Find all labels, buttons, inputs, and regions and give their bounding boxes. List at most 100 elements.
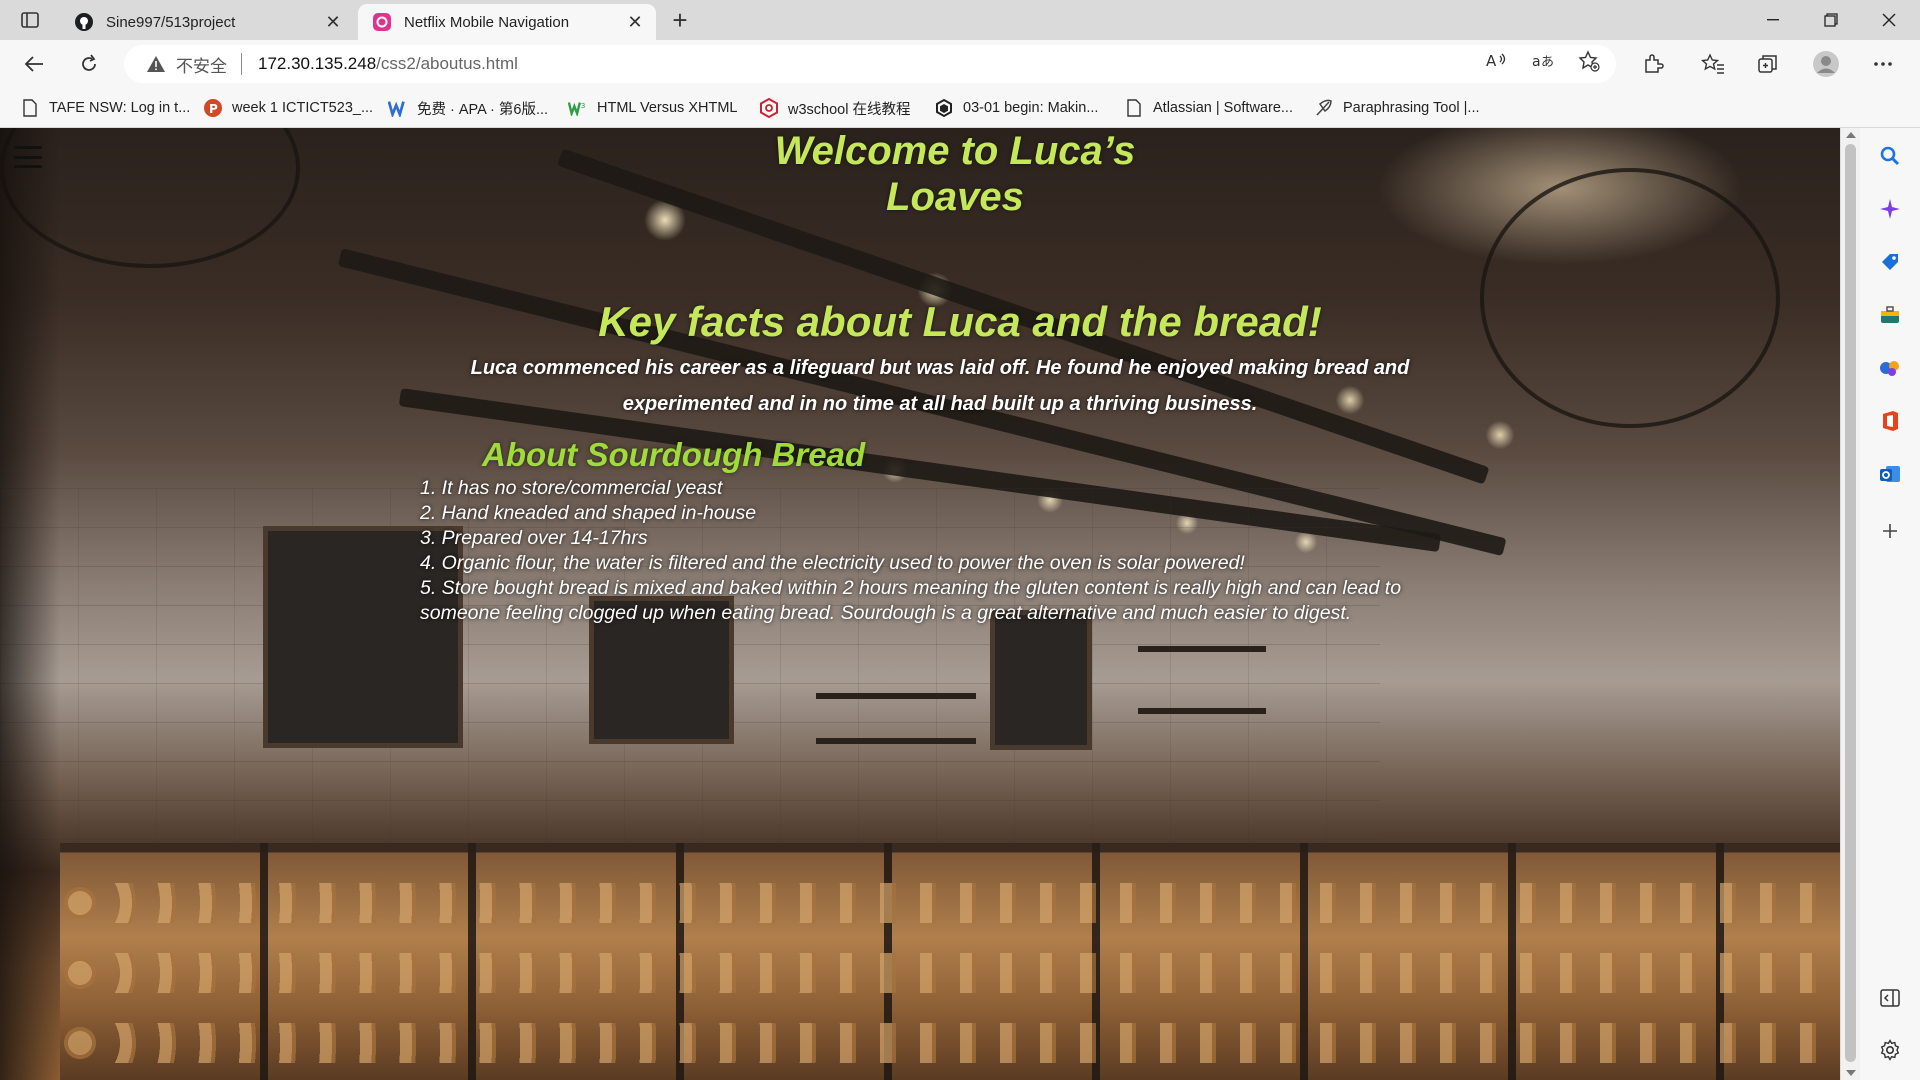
security-label[interactable]: 不安全 — [176, 52, 227, 77]
games-icon[interactable] — [1876, 354, 1904, 382]
favorite-item[interactable]: Atlassian | Software... — [1124, 96, 1293, 120]
page-scrollbar[interactable] — [1840, 128, 1860, 1080]
close-icon[interactable]: ✕ — [322, 11, 344, 33]
back-arrow-icon[interactable] — [17, 48, 51, 80]
key-facts-title: Key facts about Luca and the bread! — [598, 298, 1322, 345]
window-close-icon[interactable] — [1860, 0, 1918, 40]
shelf — [816, 693, 976, 699]
profile-avatar-icon[interactable] — [1811, 49, 1841, 79]
url-host: 172.30.135.248 — [258, 54, 377, 73]
tools-briefcase-icon[interactable] — [1876, 301, 1904, 329]
favorite-item[interactable]: P week 1 ICTICT523_... — [203, 96, 373, 120]
favorite-label: TAFE NSW: Log in t... — [49, 100, 191, 116]
list-item: 5. Store bought bread is mixed and baked… — [420, 577, 1402, 624]
list-item: 4. Organic flour, the water is filtered … — [420, 552, 1245, 574]
favorite-label: 免费 · APA · 第6版... — [417, 101, 549, 118]
favorite-label: 03-01 begin: Makin... — [963, 100, 1099, 116]
settings-gear-icon[interactable] — [1876, 1036, 1904, 1064]
extensions-icon[interactable] — [1638, 49, 1668, 79]
favorite-item[interactable]: w3school 在线教程 — [759, 96, 910, 120]
favorite-item[interactable]: Paraphrasing Tool |... — [1314, 96, 1480, 120]
bread-row — [60, 1023, 1840, 1063]
svg-text:あ: あ — [1541, 55, 1554, 70]
tab-title: Sine997/513project — [106, 13, 236, 31]
address-bar[interactable]: 不安全 172.30.135.248/css2/aboutus.html — [124, 45, 1616, 83]
favorite-label: week 1 ICTICT523_... — [232, 100, 374, 116]
intro-line: experimented and in no time at all had b… — [622, 393, 1258, 415]
favorite-item[interactable]: 免费 · APA · 第6版... — [388, 96, 548, 120]
refresh-icon[interactable] — [72, 48, 106, 80]
github-icon — [74, 12, 94, 32]
svg-text:A: A — [1486, 52, 1497, 70]
browser-toolbar: 不安全 172.30.135.248/css2/aboutus.html A a… — [0, 40, 1920, 88]
sourdough-facts-list: 1. It has no store/commercial yeast 2. H… — [420, 476, 1430, 626]
url-path: /css2/aboutus.html — [376, 54, 518, 73]
favorite-label: Atlassian | Software... — [1153, 100, 1293, 116]
intro-line: Luca commenced his career as a lifeguard… — [470, 357, 1410, 379]
close-icon[interactable]: ✕ — [624, 11, 646, 33]
list-item: 2. Hand kneaded and shaped in-house — [420, 502, 757, 524]
outlook-icon[interactable] — [1876, 460, 1904, 488]
search-icon[interactable] — [1876, 142, 1904, 170]
hide-sidebar-icon[interactable] — [1876, 984, 1904, 1012]
openai-icon — [934, 98, 954, 118]
svg-text:P: P — [209, 102, 218, 116]
copilot-sparkle-icon[interactable] — [1876, 195, 1904, 223]
list-item: 1. It has no store/commercial yeast — [420, 477, 723, 499]
intro-paragraph: Luca commenced his career as a lifeguard… — [440, 350, 1440, 422]
document-icon — [1124, 98, 1144, 118]
powerpoint-icon: P — [203, 98, 223, 118]
w3school-icon — [759, 98, 779, 118]
favorite-label: w3school 在线教程 — [788, 101, 911, 118]
favorites-icon[interactable] — [1698, 49, 1728, 79]
w3-icon: 3 — [568, 98, 588, 118]
chalkboard — [990, 610, 1092, 750]
favorite-item[interactable]: 3 HTML Versus XHTML — [568, 96, 737, 120]
favorite-label: Paraphrasing Tool |... — [1343, 100, 1480, 116]
welcome-title: Welcome to Luca’s Loaves — [774, 129, 1136, 219]
more-options-icon[interactable] — [1868, 49, 1898, 79]
shopping-tag-icon[interactable] — [1876, 248, 1904, 276]
favorite-item[interactable]: TAFE NSW: Log in t... — [20, 96, 190, 120]
tab-actions-icon[interactable] — [16, 8, 44, 32]
add-icon[interactable] — [1876, 517, 1904, 545]
tab-strip: Sine997/513project ✕ Netflix Mobile Navi… — [0, 0, 1920, 40]
read-aloud-icon[interactable]: A — [1484, 48, 1510, 74]
hamburger-menu-icon[interactable] — [14, 146, 42, 168]
office-icon[interactable] — [1876, 407, 1904, 435]
shelf — [1138, 708, 1266, 714]
edge-sidebar — [1860, 128, 1920, 1080]
scroll-down-icon[interactable] — [1846, 1070, 1856, 1076]
sourdough-title: About Sourdough Bread — [482, 436, 866, 473]
tab-netflix-mobile-navigation[interactable]: Netflix Mobile Navigation ✕ — [358, 4, 656, 40]
divider — [241, 53, 242, 75]
wall-shadow — [0, 128, 60, 1080]
restore-icon[interactable] — [1802, 0, 1860, 40]
feather-icon — [1314, 98, 1334, 118]
new-tab-button[interactable]: + — [664, 5, 696, 35]
bread-row — [60, 883, 1840, 923]
tab-github[interactable]: Sine997/513project ✕ — [60, 4, 354, 40]
list-item: 3. Prepared over 14-17hrs — [420, 527, 648, 549]
cite-icon — [388, 98, 408, 118]
warning-icon[interactable] — [146, 53, 168, 75]
minimize-icon[interactable] — [1744, 0, 1802, 40]
translate-icon[interactable]: aあ — [1530, 48, 1556, 74]
collections-icon[interactable] — [1753, 49, 1783, 79]
svg-text:a: a — [1532, 54, 1541, 70]
shelf — [1138, 646, 1266, 652]
document-icon — [20, 98, 40, 118]
shelf — [816, 738, 976, 744]
page-viewport: Welcome to Luca’s Loaves Key facts about… — [0, 128, 1840, 1080]
scroll-up-icon[interactable] — [1846, 132, 1856, 138]
bread-row — [60, 953, 1840, 993]
favorites-bar: TAFE NSW: Log in t... P week 1 ICTICT523… — [0, 88, 1920, 128]
favorite-item[interactable]: 03-01 begin: Makin... — [934, 96, 1098, 120]
display-counter — [60, 843, 1840, 1080]
svg-text:3: 3 — [581, 101, 586, 110]
add-favorite-icon[interactable] — [1576, 48, 1602, 74]
scroll-thumb[interactable] — [1845, 144, 1856, 1062]
favorite-label: HTML Versus XHTML — [597, 100, 738, 116]
page-favicon-icon — [372, 12, 392, 32]
tab-title: Netflix Mobile Navigation — [404, 13, 570, 31]
